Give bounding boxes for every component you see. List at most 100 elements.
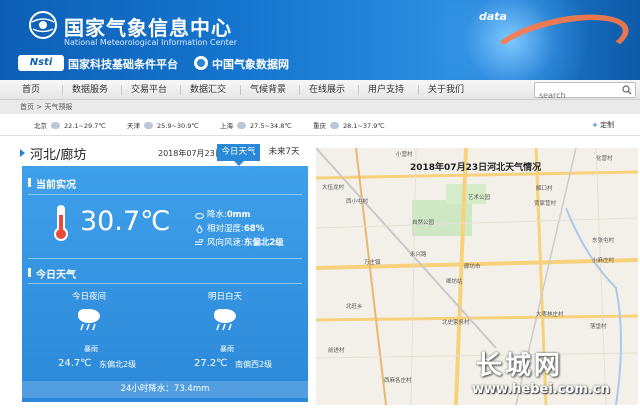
nav-item-data-service[interactable]: 数据服务 bbox=[72, 80, 108, 100]
nav-divider bbox=[240, 85, 241, 95]
map-label: 艺术公园 bbox=[468, 195, 491, 201]
globe-logo-icon[interactable] bbox=[28, 10, 58, 40]
map-title: 2018年07月23日河北天气情况 bbox=[410, 163, 542, 173]
customize-button[interactable]: + 定制 bbox=[592, 120, 614, 130]
map-label: 永兴路 bbox=[410, 252, 427, 258]
humidity-value: 68% bbox=[243, 224, 265, 234]
wind-label: 风向风速: bbox=[207, 238, 244, 248]
map-label: 万庄镇 bbox=[364, 260, 381, 266]
tonight-wind: 东偏北2级 bbox=[99, 360, 137, 369]
nav-item-about[interactable]: 关于我们 bbox=[428, 80, 464, 100]
city-name: 重庆 bbox=[313, 122, 326, 130]
city-temp: 25.9~30.9℃ bbox=[157, 122, 199, 130]
humidity-row: 相对湿度:68% bbox=[195, 222, 264, 234]
map-label: 西麻各庄村 bbox=[384, 378, 412, 384]
city-name: 天津 bbox=[127, 122, 140, 130]
wind-icon bbox=[195, 238, 203, 245]
cloud-icon bbox=[51, 122, 60, 129]
map-label: 落垡村 bbox=[590, 324, 607, 330]
tomorrow-temp: 27.2℃ bbox=[194, 358, 228, 369]
cloud-icon bbox=[144, 122, 153, 129]
humidity-label: 相对湿度: bbox=[207, 224, 244, 234]
map-label: 小麻庄村 bbox=[592, 258, 615, 264]
city-temp: 28.1~37.9℃ bbox=[343, 122, 385, 130]
section-divider bbox=[28, 283, 302, 284]
nav-item-trade[interactable]: 交易平台 bbox=[131, 80, 167, 100]
current-conditions-title: 当前实况 bbox=[28, 176, 76, 191]
tomorrow-wind: 南偏西2级 bbox=[235, 360, 273, 369]
nav-divider bbox=[358, 85, 359, 95]
search-icon[interactable] bbox=[622, 85, 632, 95]
map-label: 西小屯村 bbox=[346, 199, 369, 205]
wind-row: 风向风速:东偏北2级 bbox=[195, 236, 284, 248]
rainstorm-icon bbox=[214, 309, 236, 331]
map-label: 贾家营村 bbox=[534, 201, 557, 207]
page: 国家气象信息中心 National Meteorological Informa… bbox=[0, 0, 640, 411]
location-title: 河北/廊坊 bbox=[30, 148, 87, 163]
map-label: 小营村 bbox=[396, 152, 413, 158]
city-item-chongqing[interactable]: 重庆 28.1~37.9℃ bbox=[313, 120, 385, 132]
map-label: 解口村 bbox=[536, 186, 553, 192]
site-title-en: National Meteorological Information Cent… bbox=[64, 38, 237, 47]
tomorrow-label: 明日白天 bbox=[208, 292, 243, 302]
cloud-icon bbox=[330, 122, 339, 129]
watermark-logo: 长城网 bbox=[476, 351, 564, 381]
data-banner-text: data bbox=[479, 10, 507, 23]
droplet-icon bbox=[196, 224, 203, 233]
city-item-shanghai[interactable]: 上海 27.5~34.8℃ bbox=[220, 120, 292, 132]
nsti-logo[interactable]: Nsti bbox=[18, 55, 64, 71]
site-title[interactable]: 国家气象信息中心 bbox=[64, 12, 232, 41]
rain-24h-total: 24小时降水：73.4mm bbox=[22, 381, 308, 398]
current-temperature: 30.7℃ bbox=[80, 206, 171, 237]
partner-platform-link[interactable]: 国家科技基础条件平台 bbox=[68, 56, 178, 72]
map-label: 大伍龙村 bbox=[322, 185, 345, 191]
section-divider bbox=[28, 194, 302, 195]
map-label: 前进村 bbox=[328, 348, 345, 354]
rainstorm-icon bbox=[78, 309, 100, 331]
map-label: 廊坊市 bbox=[464, 264, 481, 270]
customize-label: 定制 bbox=[600, 121, 615, 129]
precipitation-row: 降水:0mm bbox=[195, 208, 251, 220]
tonight-weather: 暴雨 bbox=[84, 345, 98, 353]
city-item-beijing[interactable]: 北京 22.1~29.7℃ bbox=[34, 120, 106, 132]
nav-item-online-display[interactable]: 在线展示 bbox=[309, 80, 345, 100]
tab-today-weather[interactable]: 今日天气 bbox=[217, 144, 260, 161]
breadcrumb: 首页 > 天气预报 bbox=[0, 100, 640, 114]
precip-value: 0mm bbox=[226, 210, 251, 220]
section-divider bbox=[28, 258, 302, 259]
tomorrow-weather: 暴雨 bbox=[220, 345, 234, 353]
nav-divider bbox=[418, 85, 419, 95]
nav-item-support[interactable]: 用户支持 bbox=[368, 80, 404, 100]
nav-item-data-exchange[interactable]: 数据汇交 bbox=[190, 80, 226, 100]
forecast-date: 2018年07月23日 bbox=[158, 149, 223, 158]
map-label: 卿坊站 bbox=[446, 279, 463, 285]
today-weather-title: 今日天气 bbox=[28, 266, 76, 281]
arrow-right-icon bbox=[20, 149, 25, 157]
city-temp: 22.1~29.7℃ bbox=[64, 122, 106, 130]
city-item-tianjin[interactable]: 天津 25.9~30.9℃ bbox=[127, 120, 199, 132]
plus-icon: + bbox=[592, 121, 598, 129]
tonight-temp: 24.7℃ bbox=[58, 358, 92, 369]
nav-divider bbox=[180, 85, 181, 95]
cloud-icon bbox=[237, 122, 246, 129]
cma-data-icon bbox=[194, 56, 208, 70]
map-label: 化营村 bbox=[596, 156, 613, 162]
precip-label: 降水: bbox=[207, 210, 227, 220]
cloud-icon bbox=[195, 212, 204, 219]
watermark-url: www.hebei.com.cn bbox=[472, 382, 610, 397]
tonight-label: 今日夜间 bbox=[72, 292, 107, 302]
cma-data-link[interactable]: 中国气象数据网 bbox=[212, 56, 289, 72]
nav-item-home[interactable]: 首页 bbox=[22, 80, 40, 100]
nav-item-climate[interactable]: 气候背景 bbox=[250, 80, 286, 100]
nav-divider bbox=[62, 85, 63, 95]
wind-value: 东偏北2级 bbox=[243, 238, 284, 248]
map-label: 东张屯村 bbox=[592, 238, 615, 244]
map-label: 大枣林庄村 bbox=[536, 312, 564, 318]
city-temperature-strip: 北京 22.1~29.7℃ 天津 25.9~30.9℃ 上海 27.5~34.8℃ 重… bbox=[0, 116, 640, 136]
city-name: 北京 bbox=[34, 122, 47, 130]
nav-divider bbox=[299, 85, 300, 95]
tab-next-7-days[interactable]: 未来7天 bbox=[264, 144, 304, 161]
thermometer-icon bbox=[54, 205, 68, 241]
city-temp: 27.5~34.8℃ bbox=[250, 122, 292, 130]
map-label: 北史家务村 bbox=[442, 320, 470, 326]
